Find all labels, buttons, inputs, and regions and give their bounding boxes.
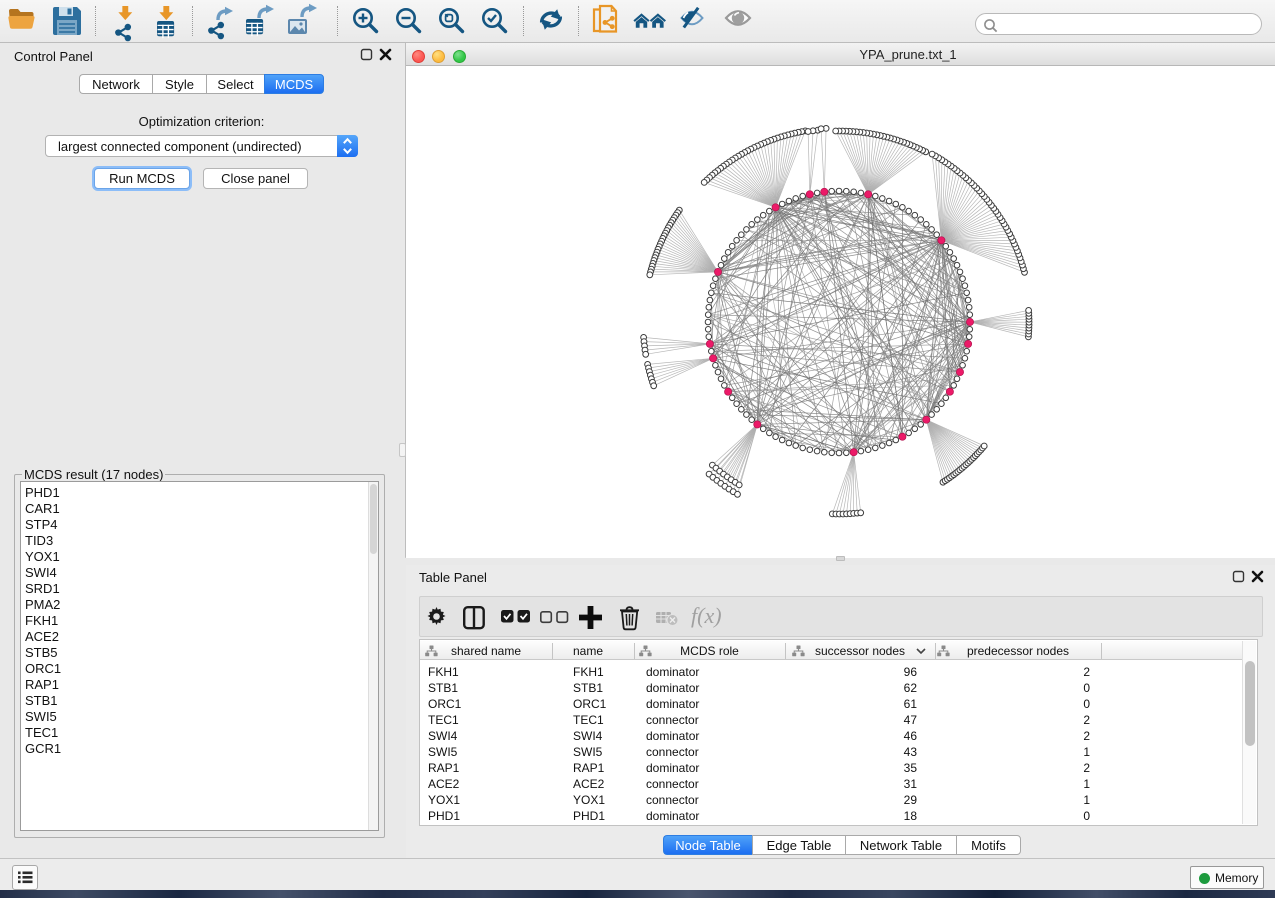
svg-text:f(x): f(x) [691, 603, 722, 628]
